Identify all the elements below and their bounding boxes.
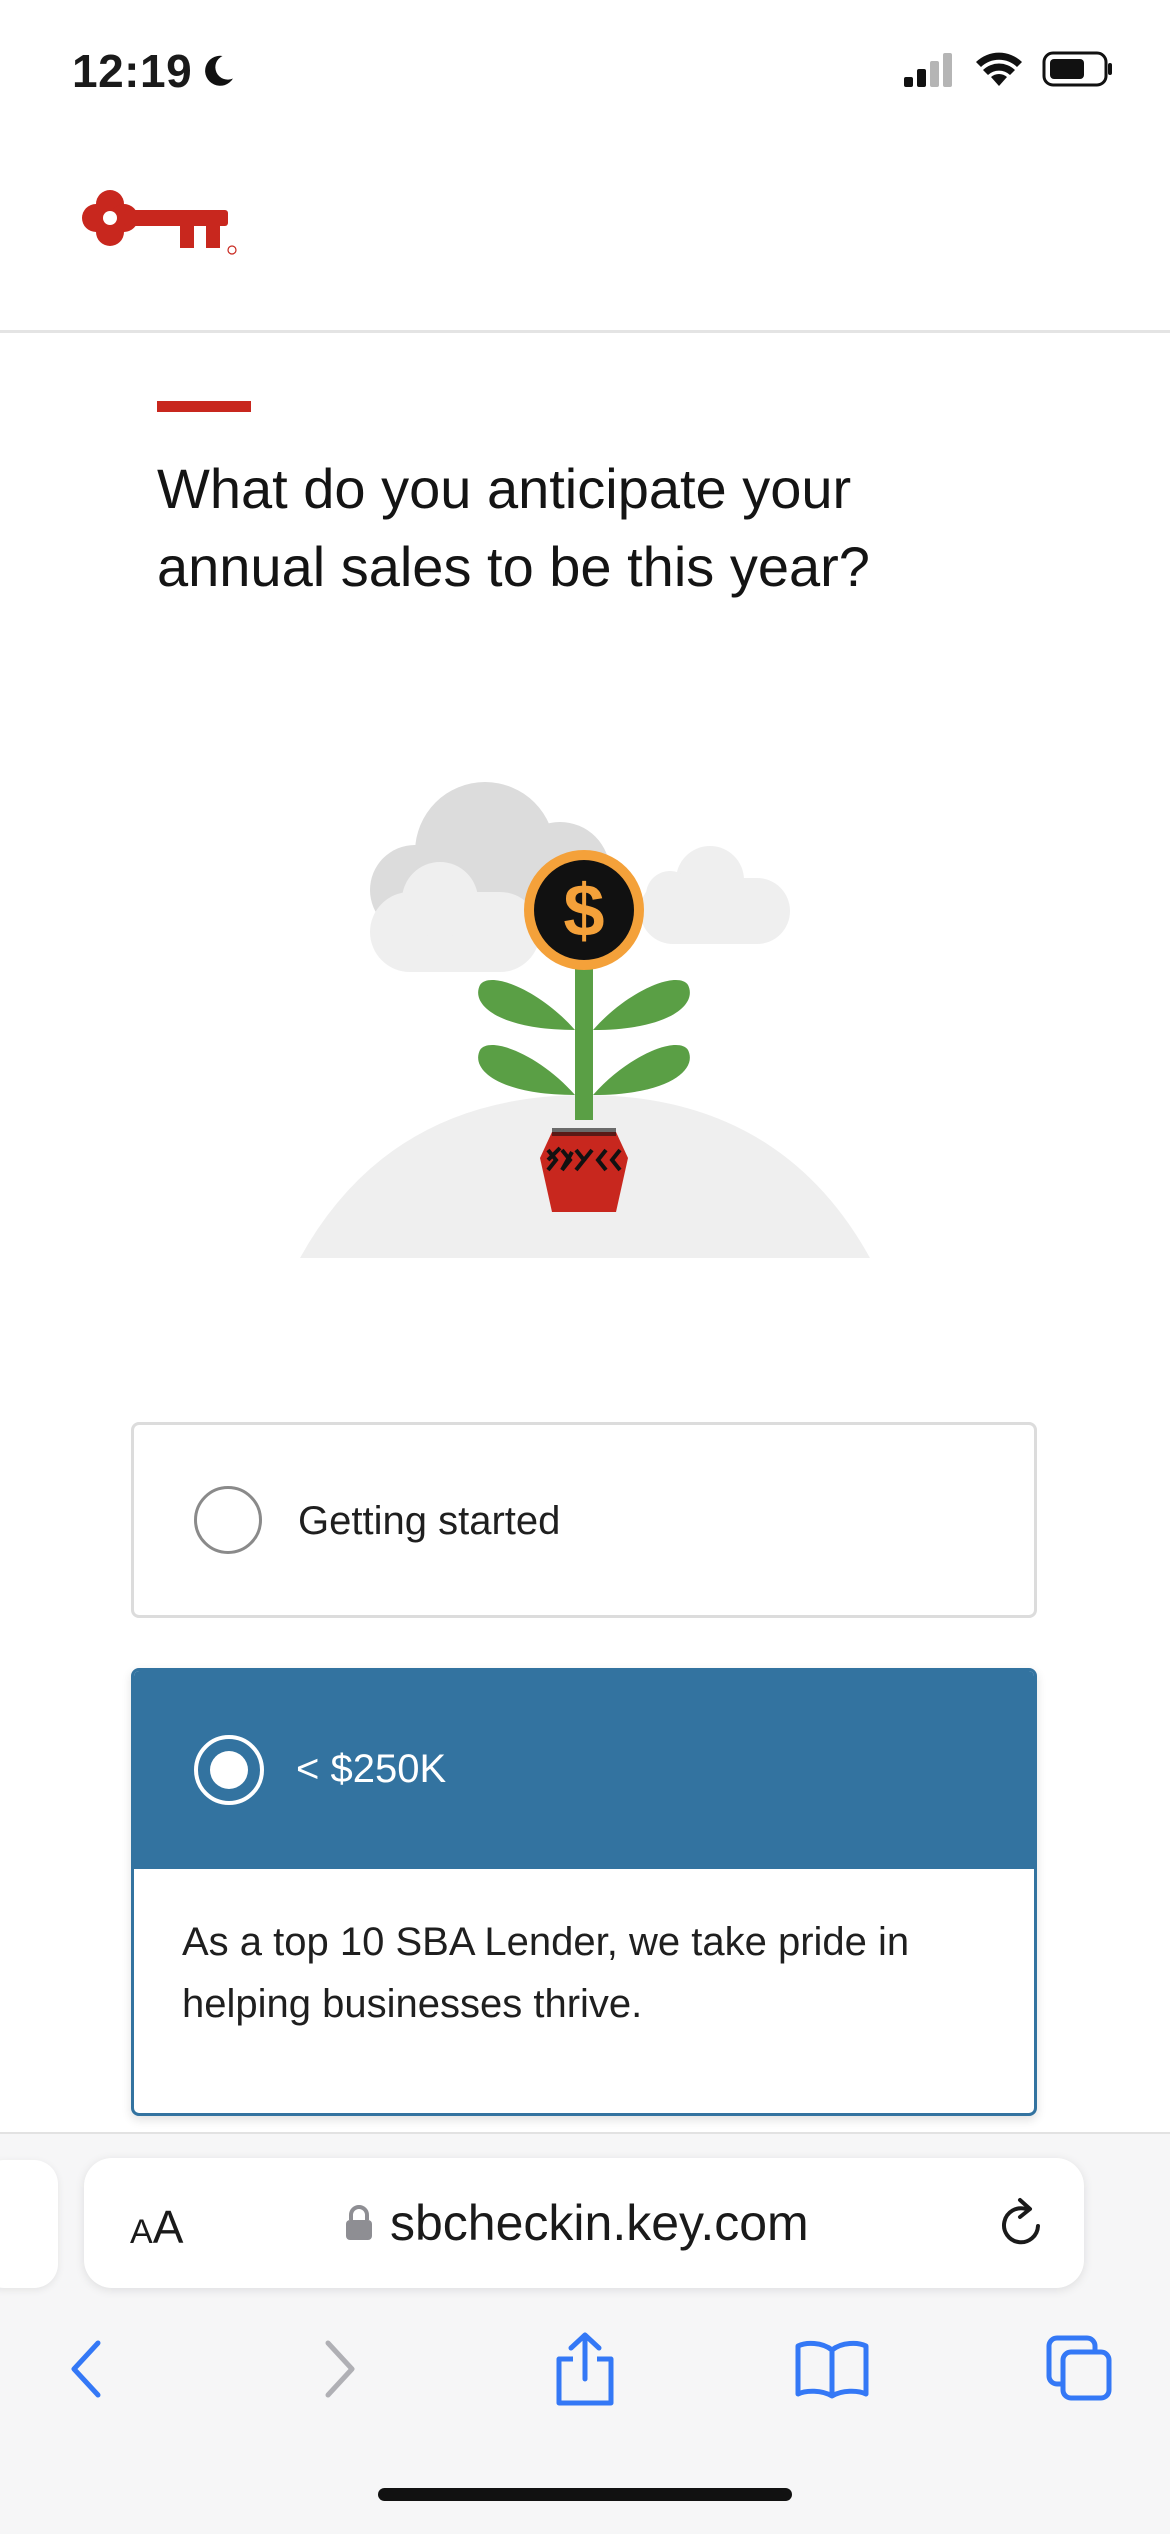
option-header-selected[interactable]: < $250K [134, 1671, 1034, 1869]
radio-selected[interactable] [194, 1735, 264, 1805]
browser-bottom-bar: AA sbcheckin.key.com [0, 2132, 1170, 2534]
option-under-250k[interactable]: < $250K As a top 10 SBA Lender, we take … [131, 1668, 1037, 2116]
status-bar: 12:19 [0, 0, 1170, 140]
text-size-large-a: A [152, 2201, 184, 2253]
moon-icon [205, 55, 234, 86]
tabs-icon [1046, 2335, 1112, 2401]
lock-icon [346, 2205, 372, 2240]
wifi-icon [976, 52, 1022, 86]
share-button[interactable] [535, 2314, 635, 2424]
option-label: Getting started [298, 1499, 561, 1543]
svg-text:$: $ [563, 869, 604, 952]
clock-text: 12:19 [72, 45, 193, 97]
url-display[interactable]: sbcheckin.key.com [344, 2194, 809, 2252]
bookmarks-button[interactable] [782, 2314, 882, 2424]
forward-chevron-icon [325, 2340, 355, 2398]
forward-button[interactable] [290, 2314, 390, 2424]
money-plant-illustration: $ [300, 782, 870, 1258]
text-size-button[interactable]: AA [130, 2200, 183, 2254]
share-icon [556, 2332, 614, 2406]
status-time: 12:19 [72, 44, 236, 98]
browser-toolbar [0, 2314, 1170, 2424]
status-icons [904, 50, 1114, 88]
radio-unselected[interactable] [194, 1486, 262, 1554]
option-getting-started[interactable]: Getting started [131, 1422, 1037, 1618]
site-header [0, 140, 1170, 333]
key-logo-icon[interactable] [72, 180, 242, 260]
battery-icon [1042, 51, 1112, 87]
cellular-signal-icon [904, 53, 952, 87]
back-chevron-icon [71, 2340, 101, 2398]
url-text: sbcheckin.key.com [390, 2195, 809, 2251]
question-heading: What do you anticipate your annual sales… [157, 457, 870, 598]
text-size-small-a: A [130, 2213, 153, 2251]
option-description: As a top 10 SBA Lender, we take pride in… [182, 1920, 910, 2026]
previous-tab-preview[interactable] [0, 2160, 58, 2288]
book-icon [795, 2340, 869, 2399]
accent-bar [157, 401, 251, 412]
address-bar[interactable]: AA sbcheckin.key.com [84, 2158, 1084, 2288]
home-indicator [378, 2488, 792, 2501]
tabs-button[interactable] [1030, 2314, 1130, 2424]
back-button[interactable] [36, 2314, 136, 2424]
reload-icon[interactable] [996, 2196, 1048, 2250]
option-label: < $250K [296, 1747, 447, 1791]
